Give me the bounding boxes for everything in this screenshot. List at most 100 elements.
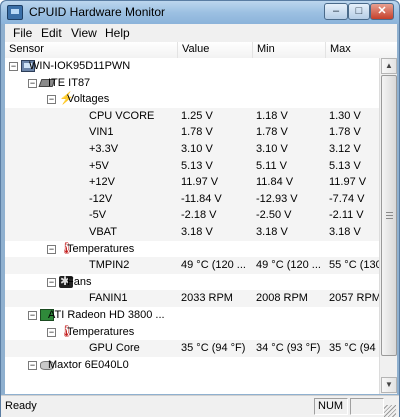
sensor-min: 2008 RPM (256, 292, 308, 305)
sensor-label: Maxtor 6E040L0 (48, 358, 129, 371)
title-bar[interactable]: CPUID Hardware Monitor – □ ✕ (1, 1, 399, 24)
sensor-label: ITE IT87 (48, 76, 91, 89)
sensor-max: 1.30 V (329, 109, 361, 122)
sensor-max: 1.78 V (329, 126, 361, 139)
group-row[interactable]: − 🌡 Temperatures (5, 324, 379, 341)
sensor-min: 1.78 V (256, 126, 288, 139)
sensor-max: 3.12 V (329, 143, 361, 155)
close-button[interactable]: ✕ (370, 3, 394, 20)
collapse-toggle[interactable]: − (28, 78, 37, 88)
menu-edit[interactable]: Edit (41, 26, 62, 40)
scroll-thumb[interactable] (381, 75, 397, 356)
sensor-min: 11.84 V (256, 176, 294, 189)
menu-view[interactable]: View (71, 26, 97, 40)
sensor-value: -11.84 V (181, 192, 222, 205)
sensor-value: 3.10 V (181, 143, 213, 155)
maximize-button[interactable]: □ (348, 3, 370, 20)
sensor-min: -12.93 V (256, 192, 298, 205)
group-row[interactable]: − ITE IT87 (5, 75, 379, 92)
column-value[interactable]: Value (178, 42, 253, 58)
column-header: Sensor Value Min Max (5, 42, 397, 58)
collapse-toggle[interactable]: − (47, 277, 56, 287)
collapse-toggle[interactable]: − (9, 62, 18, 71)
sensor-tree[interactable]: − WIN-IOK95D11PWN − ITE IT87 − ⚡ Voltages CPU V… (5, 58, 379, 394)
sensor-value: 11.97 V (181, 176, 219, 189)
group-row[interactable]: − Fans (5, 274, 379, 291)
sensor-row[interactable]: +12V 11.97 V 11.84 V 11.97 V (5, 174, 379, 191)
group-row[interactable]: − WIN-IOK95D11PWN (5, 58, 379, 75)
sensor-value: 1.25 V (181, 109, 213, 122)
sensor-min: 34 °C (93 °F) (256, 342, 321, 355)
sensor-row[interactable]: VBAT 3.18 V 3.18 V 3.18 V (5, 224, 379, 241)
sensor-label: -5V (89, 209, 107, 222)
sensor-max: 2057 RPM (329, 292, 379, 305)
window-title: CPUID Hardware Monitor (29, 5, 166, 19)
app-icon (7, 5, 23, 20)
sensor-label: Fans (67, 275, 92, 288)
sensor-row[interactable]: GPU Core 35 °C (94 °F) 34 °C (93 °F) 35 °C … (5, 340, 379, 357)
sensor-row[interactable]: +3.3V 3.10 V 3.10 V 3.12 V (5, 141, 379, 158)
sensor-label: GPU Core (89, 342, 140, 355)
column-max[interactable]: Max (326, 42, 397, 58)
status-panel-empty (350, 398, 384, 415)
scroll-down-button[interactable]: ▼ (381, 377, 397, 393)
sensor-row[interactable]: +5V 5.13 V 5.11 V 5.13 V (5, 157, 379, 175)
app-window: CPUID Hardware Monitor – □ ✕ File Edit V… (0, 0, 400, 417)
column-sensor[interactable]: Sensor (5, 42, 178, 58)
sensor-label: +5V (89, 159, 109, 172)
collapse-toggle[interactable]: − (28, 311, 37, 320)
collapse-toggle[interactable]: − (47, 244, 56, 254)
sensor-max: 3.18 V (329, 226, 361, 238)
menu-help[interactable]: Help (105, 26, 130, 40)
sensor-value: 5.13 V (181, 159, 213, 172)
sensor-max: -7.74 V (329, 192, 365, 205)
sensor-value: 3.18 V (181, 226, 213, 238)
group-row[interactable]: − Maxtor 6E040L0 (5, 357, 379, 374)
sensor-label: Voltages (67, 93, 110, 106)
sensor-label: TMPIN2 (89, 259, 130, 272)
sensor-value: 1.78 V (181, 126, 213, 139)
sensor-min: 3.10 V (256, 143, 288, 155)
sensor-label: +3.3V (89, 143, 119, 155)
sensor-label: ATI Radeon HD 3800 ... (48, 309, 165, 321)
collapse-toggle[interactable]: − (47, 95, 56, 105)
group-row[interactable]: − ⚡ Voltages (5, 91, 379, 108)
sensor-max: 55 °C (130 (329, 259, 379, 272)
sensor-min: 1.18 V (256, 109, 288, 122)
sensor-min: 3.18 V (256, 226, 288, 238)
menu-bar: File Edit View Help (5, 24, 397, 42)
sensor-min: 5.11 V (256, 159, 287, 172)
vertical-scrollbar[interactable]: ▲ ▼ (379, 58, 397, 394)
collapse-toggle[interactable]: − (47, 327, 56, 337)
status-bar: Ready NUM (1, 395, 399, 417)
minimize-button[interactable]: – (324, 3, 348, 20)
sensor-row[interactable]: -12V -11.84 V -12.93 V -7.74 V (5, 190, 379, 208)
menu-file[interactable]: File (13, 26, 32, 40)
num-lock-indicator: NUM (314, 398, 348, 415)
sensor-row[interactable]: CPU VCORE 1.25 V 1.18 V 1.30 V (5, 107, 379, 125)
sensor-label: VIN1 (89, 126, 114, 139)
sensor-label: WIN-IOK95D11PWN (29, 60, 131, 72)
scroll-up-button[interactable]: ▲ (381, 58, 397, 74)
sensor-max: -2.11 V (329, 209, 364, 222)
sensor-max: 35 °C (94 ° (329, 342, 379, 355)
sensor-row[interactable]: FANIN1 2033 RPM 2008 RPM 2057 RPM (5, 290, 379, 307)
sensor-value: 49 °C (120 ... (181, 259, 246, 272)
sensor-row[interactable]: VIN1 1.78 V 1.78 V 1.78 V (5, 124, 379, 141)
group-row[interactable]: − ATI Radeon HD 3800 ... (5, 307, 379, 324)
sensor-row[interactable]: TMPIN2 49 °C (120 ... 49 °C (120 ... 55 °C … (5, 257, 379, 274)
column-min[interactable]: Min (253, 42, 326, 58)
group-row[interactable]: − 🌡 Temperatures (5, 241, 379, 258)
sensor-label: Temperatures (67, 325, 135, 338)
sensor-max: 11.97 V (329, 176, 367, 189)
sensor-label: VBAT (89, 226, 117, 238)
sensor-label: CPU VCORE (89, 109, 155, 122)
sensor-value: 2033 RPM (181, 292, 233, 305)
resize-grip[interactable] (384, 405, 396, 417)
sensor-label: -12V (89, 192, 113, 205)
sensor-min: 49 °C (120 ... (256, 259, 321, 272)
collapse-toggle[interactable]: − (28, 360, 37, 370)
sensor-label: +12V (89, 176, 115, 189)
sensor-row[interactable]: -5V -2.18 V -2.50 V -2.11 V (5, 207, 379, 224)
sensor-max: 5.13 V (329, 159, 361, 172)
